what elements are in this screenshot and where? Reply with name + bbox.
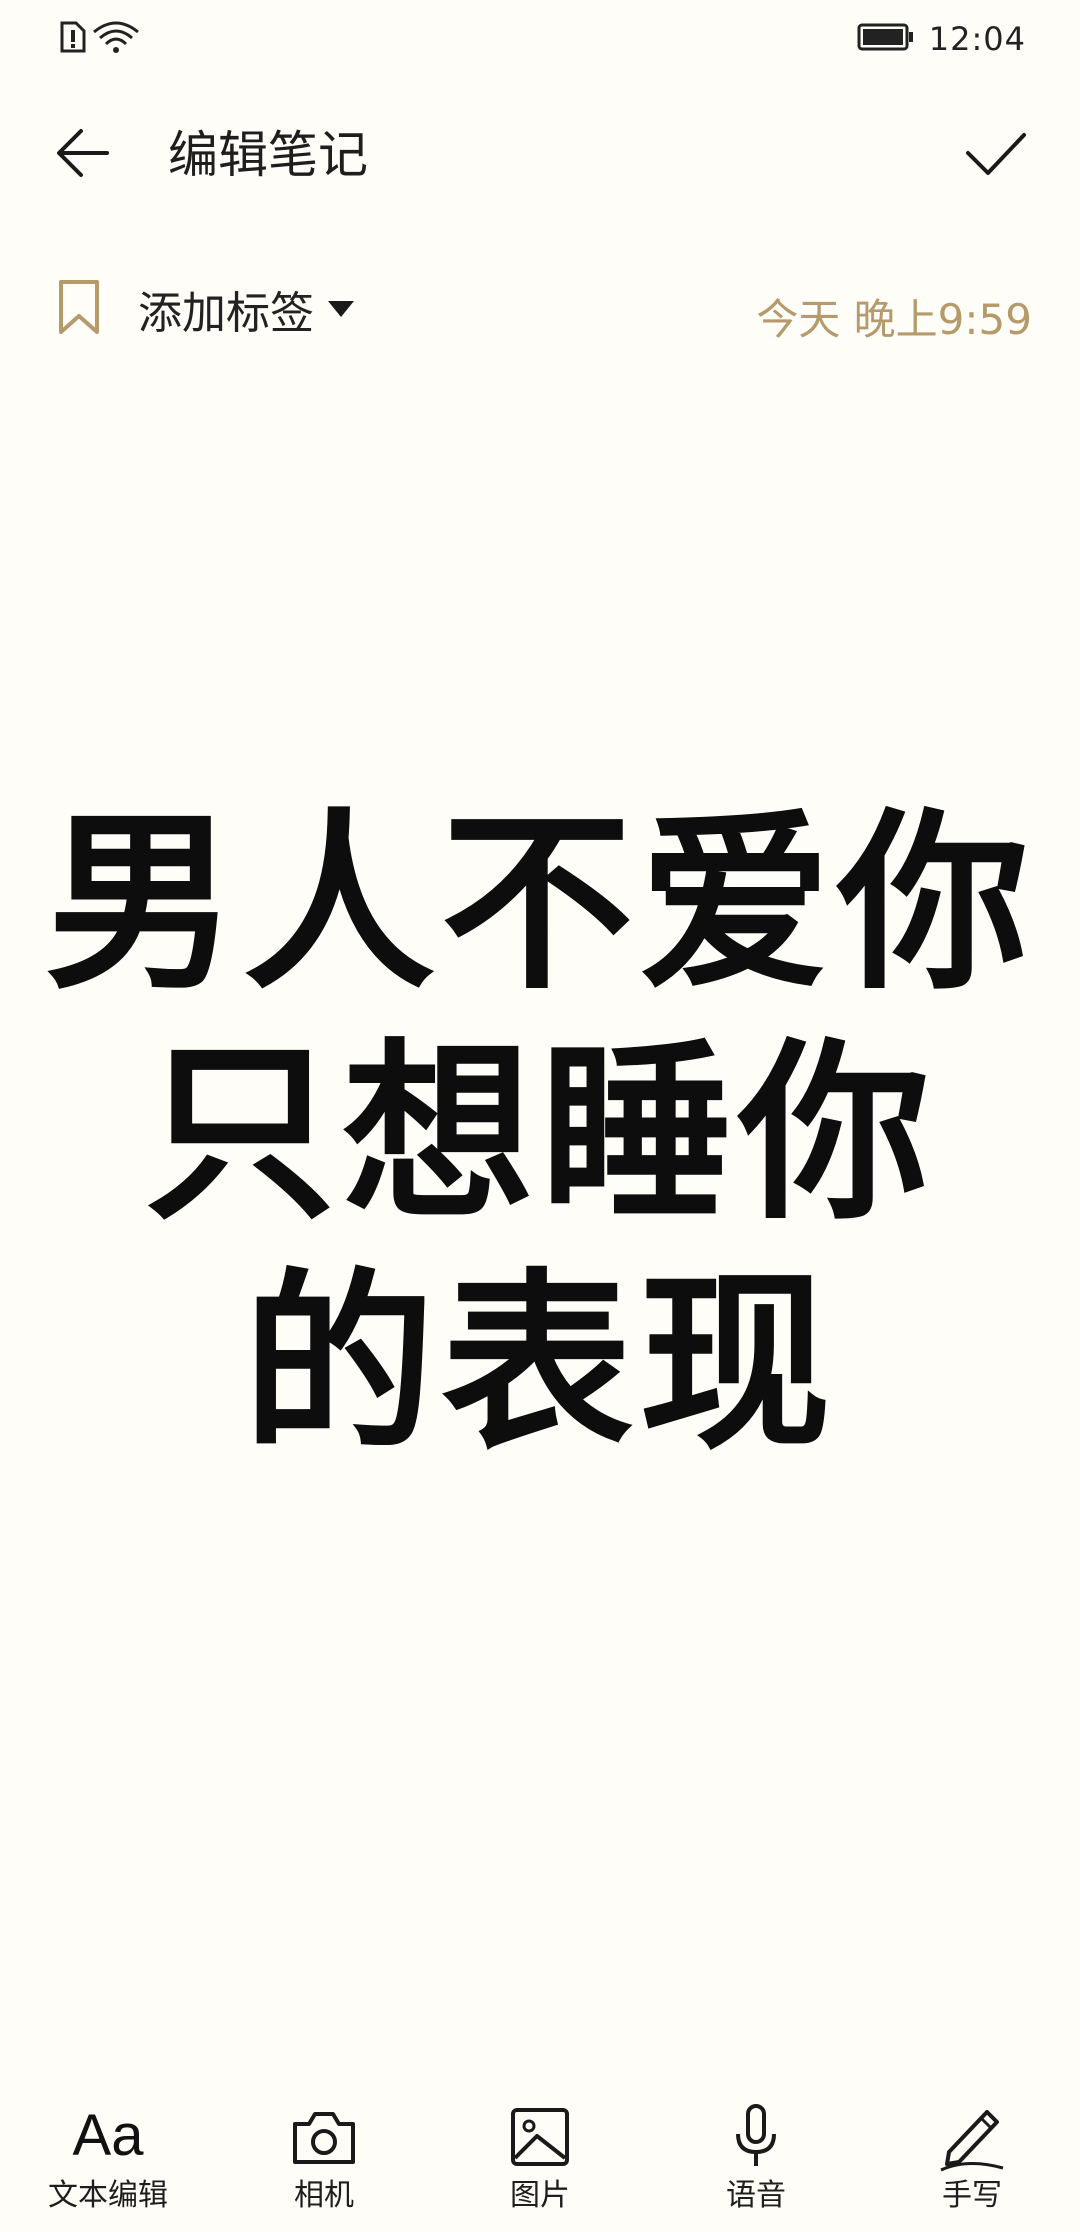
done-button[interactable]: [958, 118, 1034, 194]
pen-icon: [927, 2100, 1017, 2172]
caret-down-icon: [328, 301, 354, 317]
back-button[interactable]: [48, 120, 118, 190]
battery-icon: [857, 22, 915, 56]
arrow-left-icon: [53, 123, 113, 187]
bookmark-icon: [56, 278, 102, 340]
camera-icon: [279, 2100, 369, 2172]
tool-label: 文本编辑: [48, 2178, 168, 2213]
tool-label: 相机: [294, 2178, 354, 2213]
status-right: 12:04: [857, 20, 1026, 58]
status-time: 12:04: [928, 20, 1026, 58]
tool-label: 语音: [726, 2178, 786, 2213]
tag-bar: 添加标签 今天 晚上9:59: [0, 270, 1080, 350]
status-left-icons: [58, 20, 140, 58]
bottom-toolbar: Aa 文本编辑 相机 图片 语音 手写: [0, 2100, 1080, 2232]
tool-label: 手写: [942, 2178, 1002, 2213]
checkmark-icon: [964, 129, 1028, 183]
status-bar: 12:04: [0, 0, 1080, 80]
image-icon: [495, 2100, 585, 2172]
note-line: 男人不爱你: [45, 793, 1035, 1016]
note-content[interactable]: 男人不爱你 只想睡你 的表现: [0, 790, 1080, 1480]
text-format-button[interactable]: Aa 文本编辑: [8, 2100, 208, 2232]
camera-button[interactable]: 相机: [224, 2100, 424, 2232]
text-format-icon: Aa: [72, 2103, 144, 2168]
note-line: 只想睡你: [144, 1023, 936, 1246]
voice-button[interactable]: 语音: [656, 2100, 856, 2232]
tool-label: 图片: [510, 2178, 570, 2213]
handwriting-button[interactable]: 手写: [872, 2100, 1072, 2232]
note-line: 的表现: [243, 1253, 837, 1476]
sim-alert-icon: [58, 20, 88, 58]
page-title: 编辑笔记: [168, 126, 368, 184]
add-tag-button[interactable]: 添加标签: [56, 274, 354, 344]
microphone-icon: [711, 2100, 801, 2172]
note-timestamp: 今天 晚上9:59: [756, 295, 1032, 344]
image-button[interactable]: 图片: [440, 2100, 640, 2232]
wifi-icon: [92, 20, 140, 58]
add-tag-label: 添加标签: [138, 288, 314, 339]
app-bar: 编辑笔记: [0, 100, 1080, 210]
